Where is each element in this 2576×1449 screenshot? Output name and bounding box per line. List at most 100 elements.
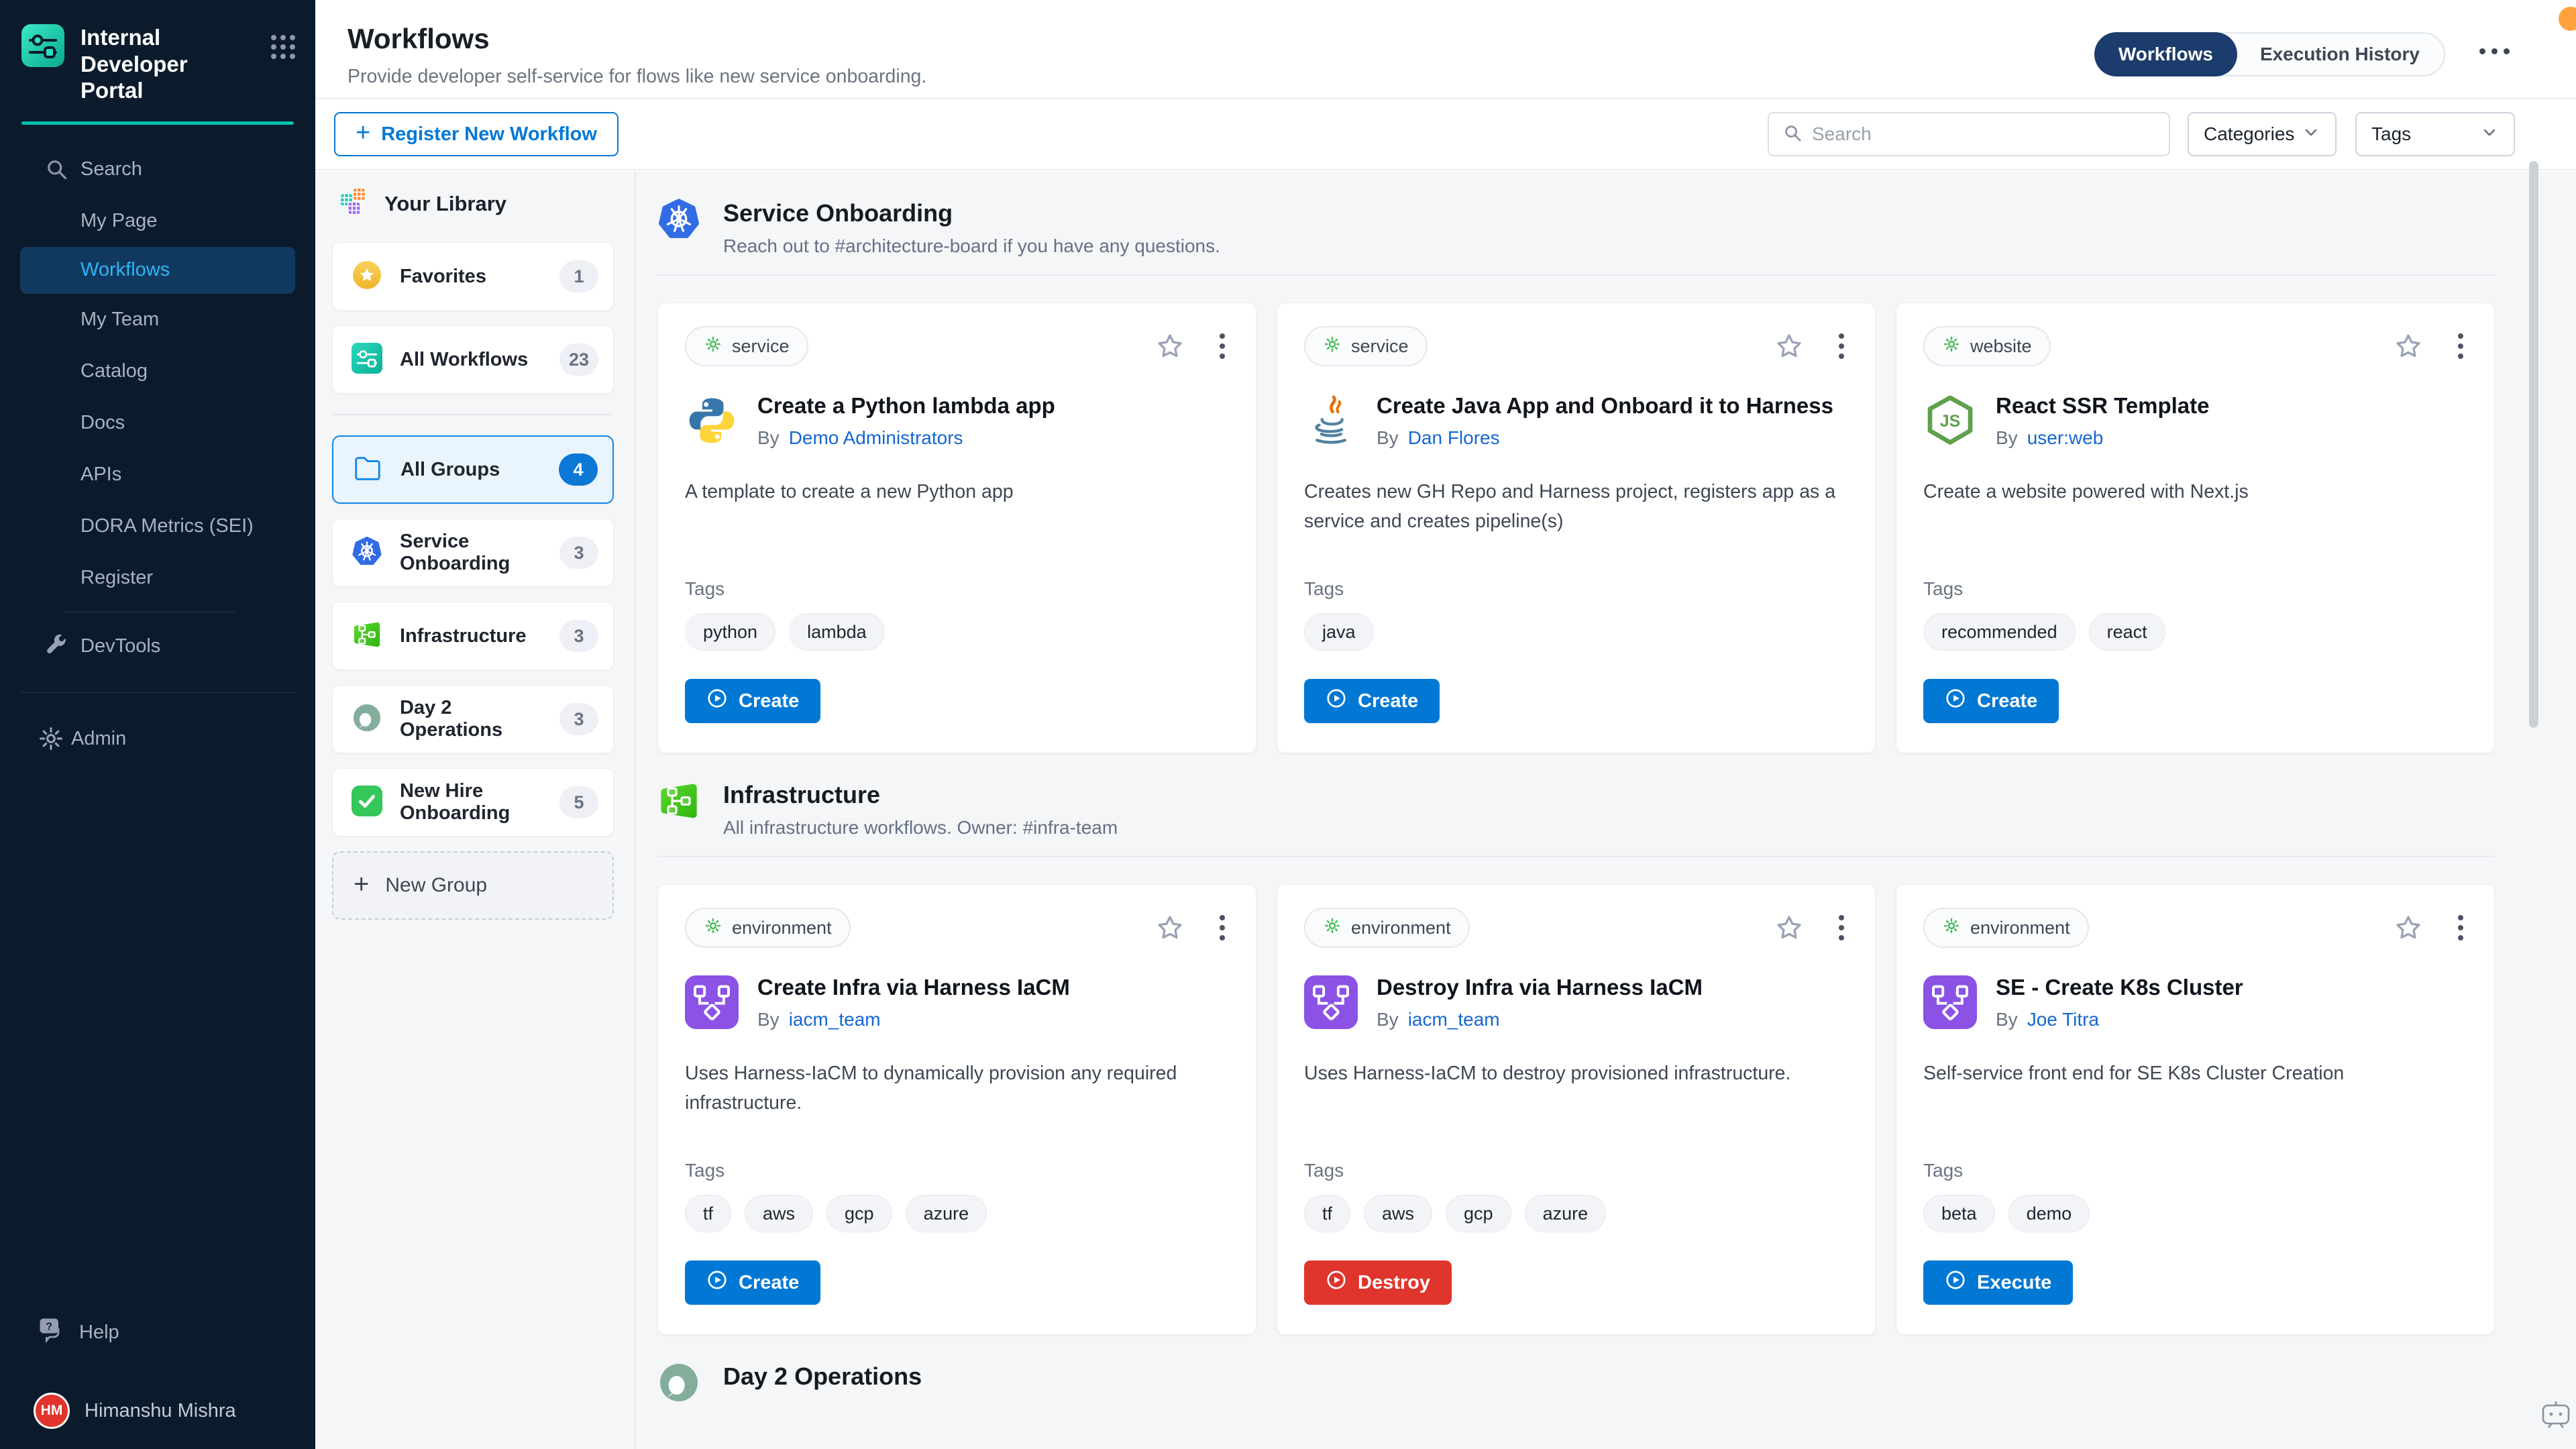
library-item-infrastructure[interactable]: Infrastructure 3	[332, 602, 614, 670]
workflow-card-create-java-app-and-onboard-it-to-harness: service Create Java App and Onboard it t…	[1277, 303, 1876, 753]
workflow-title: Create Java App and Onboard it to Harnes…	[1377, 392, 1833, 419]
favorite-star-button[interactable]	[1774, 913, 1804, 943]
help-button[interactable]: ? Help	[0, 1308, 315, 1356]
sidebar-item-apis[interactable]: APIs	[0, 449, 315, 500]
tag-pill: beta	[1923, 1195, 1995, 1232]
sidebar-item-search[interactable]: Search	[0, 144, 315, 195]
library-item-service-onboarding[interactable]: Service Onboarding 3	[332, 519, 614, 587]
owner-link[interactable]: iacm_team	[789, 1009, 881, 1030]
sidebar-item-docs[interactable]: Docs	[0, 397, 315, 449]
by-label: By	[1996, 1009, 2018, 1030]
wrench-icon	[44, 634, 68, 658]
kind-chip[interactable]: environment	[1923, 908, 2089, 948]
kind-chip[interactable]: service	[685, 326, 808, 366]
tag-pill: recommended	[1923, 613, 2076, 651]
more-options-icon[interactable]	[2479, 48, 2510, 54]
workflow-description: Create a website powered with Next.js	[1923, 477, 2467, 506]
favorite-star-button[interactable]	[1155, 331, 1185, 361]
infra-icon	[657, 780, 700, 826]
portal-title: Internal Developer Portal	[80, 24, 240, 104]
destroy-button[interactable]: Destroy	[1304, 1260, 1452, 1305]
sidebar-item-my-team[interactable]: My Team	[0, 294, 315, 345]
library-item-favorites[interactable]: Favorites 1	[332, 242, 614, 311]
kind-chip[interactable]: website	[1923, 326, 2051, 366]
allworkflows-icon	[352, 343, 382, 377]
tags-label: Tags	[1923, 578, 2467, 600]
card-menu-button[interactable]	[1216, 912, 1229, 943]
sidebar-item-my-page[interactable]: My Page	[0, 195, 315, 247]
scrollbar-thumb[interactable]	[2529, 161, 2538, 728]
kind-chip-label: environment	[1351, 918, 1451, 938]
kubernetes-icon	[657, 198, 700, 244]
new-group-button[interactable]: + New Group	[332, 851, 614, 920]
sidebar-item-label: Workflows	[80, 259, 170, 281]
sidebar-item-devtools[interactable]: DevTools	[0, 621, 315, 672]
owner-link[interactable]: Joe Titra	[2027, 1009, 2099, 1030]
owner-link[interactable]: Demo Administrators	[789, 427, 963, 449]
iacm-icon	[685, 975, 739, 1029]
card-menu-button[interactable]	[1835, 331, 1848, 362]
gear-icon	[704, 916, 722, 940]
assistant-chat-icon[interactable]	[2540, 1397, 2572, 1433]
create-button[interactable]: Create	[1923, 679, 2059, 723]
favorite-star-button[interactable]	[2394, 913, 2423, 943]
apps-grid-icon[interactable]	[271, 35, 295, 59]
library-item-day-2-operations[interactable]: Day 2 Operations 3	[332, 685, 614, 753]
execute-button[interactable]: Execute	[1923, 1260, 2073, 1305]
sidebar-item-catalog[interactable]: Catalog	[0, 345, 315, 397]
workflow-card-create-a-python-lambda-app: service Create a Python lambda app By De…	[657, 303, 1256, 753]
tags-label: Tags	[685, 1160, 1229, 1181]
library-item-label: Infrastructure	[400, 625, 542, 647]
workflow-card-se-create-k8s-cluster: environment SE - Create K8s Cluster By J…	[1896, 884, 2495, 1335]
tab-execution-history[interactable]: Execution History	[2236, 32, 2444, 76]
kind-chip[interactable]: environment	[1304, 908, 1470, 948]
sidebar-item-label: DevTools	[80, 635, 160, 657]
sidebar-item-label: DORA Metrics (SEI)	[80, 515, 254, 537]
search-input[interactable]	[1812, 123, 2155, 145]
gear-icon	[38, 725, 64, 752]
search-field	[1768, 112, 2170, 156]
card-menu-button[interactable]	[2454, 912, 2467, 943]
tag-pill: demo	[2008, 1195, 2090, 1232]
card-menu-button[interactable]	[1216, 331, 1229, 362]
kind-chip[interactable]: service	[1304, 326, 1428, 366]
play-circle-icon	[1945, 1269, 1966, 1296]
create-button[interactable]: Create	[685, 1260, 820, 1305]
play-circle-icon	[1326, 688, 1347, 714]
sidebar-item-register[interactable]: Register	[0, 552, 315, 604]
svg-text:?: ?	[46, 1322, 52, 1333]
brand-accent-divider	[21, 121, 294, 125]
owner-link[interactable]: user:web	[2027, 427, 2104, 449]
create-button[interactable]: Create	[1304, 679, 1440, 723]
card-menu-button[interactable]	[1835, 912, 1848, 943]
content-area: Your Library Favorites 1 All Workflows 2…	[315, 172, 2576, 1449]
tags-dropdown[interactable]: Tags	[2355, 112, 2515, 156]
tag-pill: azure	[1525, 1195, 1607, 1232]
card-menu-button[interactable]	[2454, 331, 2467, 362]
action-label: Create	[739, 690, 799, 712]
sidebar-item-workflows[interactable]: Workflows	[20, 247, 295, 294]
kind-chip[interactable]: environment	[685, 908, 851, 948]
create-button[interactable]: Create	[685, 679, 820, 723]
favorite-star-button[interactable]	[1155, 913, 1185, 943]
categories-dropdown[interactable]: Categories	[2188, 112, 2337, 156]
library-item-all-groups[interactable]: All Groups 4	[332, 435, 614, 504]
library-item-all-workflows[interactable]: All Workflows 23	[332, 325, 614, 394]
sidebar-item-dora-metrics-sei[interactable]: DORA Metrics (SEI)	[0, 500, 315, 552]
day2-icon	[352, 702, 382, 737]
register-new-workflow-button[interactable]: + Register New Workflow	[334, 112, 619, 156]
count-badge: 3	[559, 620, 598, 652]
favorite-star-button[interactable]	[2394, 331, 2423, 361]
tab-workflows[interactable]: Workflows	[2094, 32, 2237, 76]
folder-icon	[352, 453, 383, 487]
sidebar-item-label: Register	[80, 567, 153, 589]
library-item-new-hire-onboarding[interactable]: New Hire Onboarding 5	[332, 768, 614, 837]
owner-link[interactable]: Dan Flores	[1408, 427, 1500, 449]
owner-link[interactable]: iacm_team	[1408, 1009, 1500, 1030]
sidebar-item-label: My Page	[80, 210, 157, 232]
user-menu[interactable]: HM Himanshu Mishra	[0, 1385, 315, 1437]
sidebar-item-admin[interactable]: Admin	[0, 713, 315, 765]
favorite-star-button[interactable]	[1774, 331, 1804, 361]
check-icon	[352, 786, 382, 820]
section-service-onboarding: Service Onboarding Reach out to #archite…	[657, 172, 2495, 753]
